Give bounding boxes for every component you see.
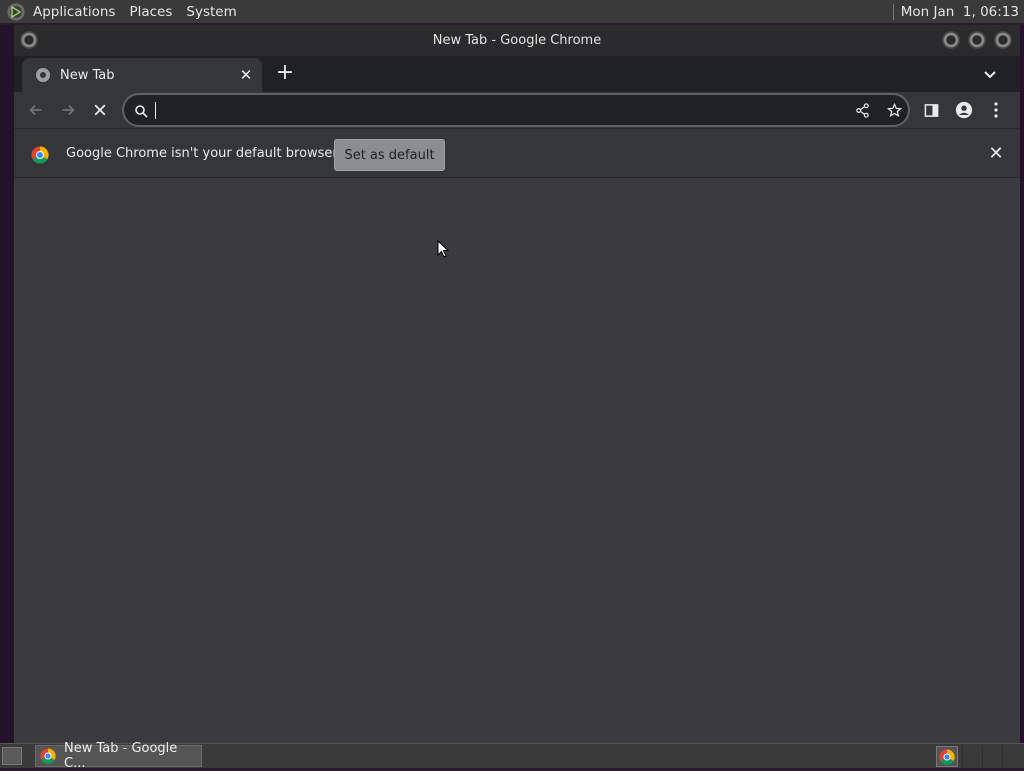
window-titlebar[interactable]: New Tab - Google Chrome (14, 25, 1020, 56)
show-desktop-icon[interactable] (2, 747, 22, 765)
mouse-cursor-icon (437, 239, 450, 258)
page-content[interactable] (14, 178, 1020, 743)
os-logo-icon[interactable] (6, 1, 26, 22)
workspace-2[interactable] (982, 746, 1002, 767)
bookmark-star-icon[interactable] (884, 100, 904, 120)
window-menu-button[interactable] (20, 31, 38, 49)
tab-strip: New Tab ✕ + (14, 56, 1020, 92)
menu-places[interactable]: Places (122, 0, 179, 24)
infobar-close-icon[interactable]: ✕ (986, 144, 1006, 164)
chrome-newtab-icon (36, 68, 50, 82)
window-title: New Tab - Google Chrome (432, 33, 602, 48)
forward-arrow-icon[interactable] (58, 100, 78, 120)
desktop-background-right (1020, 25, 1024, 743)
more-menu-icon[interactable] (986, 100, 1006, 120)
default-browser-infobar: Google Chrome isn't your default browser… (14, 128, 1020, 178)
search-icon (134, 103, 148, 118)
back-arrow-icon[interactable] (26, 100, 46, 120)
address-bar[interactable] (122, 93, 910, 127)
menu-applications[interactable]: Applications (26, 0, 122, 24)
workspace-1[interactable] (962, 746, 982, 767)
infobar-message: Google Chrome isn't your default browser (66, 146, 338, 161)
tab-close-icon[interactable]: ✕ (238, 66, 254, 84)
close-window-button[interactable] (994, 31, 1012, 49)
share-icon[interactable] (852, 100, 872, 120)
toolbar (14, 92, 1020, 128)
workspace-3[interactable] (1002, 746, 1022, 767)
menu-system[interactable]: System (179, 0, 243, 24)
chrome-logo-icon (31, 146, 49, 164)
tab-new-tab[interactable]: New Tab ✕ (22, 58, 262, 92)
profile-avatar-icon[interactable] (954, 100, 974, 120)
tab-search-chevron-icon[interactable] (982, 66, 998, 82)
set-as-default-button[interactable]: Set as default (334, 139, 445, 171)
minimize-button[interactable] (942, 31, 960, 49)
side-panel-icon[interactable] (921, 100, 941, 120)
chrome-logo-icon (40, 748, 56, 764)
maximize-button[interactable] (968, 31, 986, 49)
taskbar-task-label: New Tab - Google C... (64, 741, 178, 771)
taskbar: New Tab - Google C... (0, 741, 1024, 771)
panel-separator (892, 3, 894, 20)
stop-loading-icon[interactable] (90, 100, 110, 120)
text-caret (155, 102, 156, 119)
chrome-window: New Tab - Google Chrome New Tab ✕ + Goog… (14, 25, 1020, 743)
tab-title: New Tab (60, 67, 115, 83)
taskbar-chrome-window[interactable]: New Tab - Google C... (35, 741, 202, 771)
clock[interactable]: Mon Jan 1, 06:13 (901, 4, 1024, 20)
desktop-background (0, 25, 14, 743)
tray-chrome-icon[interactable] (936, 746, 958, 767)
new-tab-button[interactable]: + (275, 62, 295, 84)
top-panel: Applications Places System Mon Jan 1, 06… (0, 0, 1024, 24)
